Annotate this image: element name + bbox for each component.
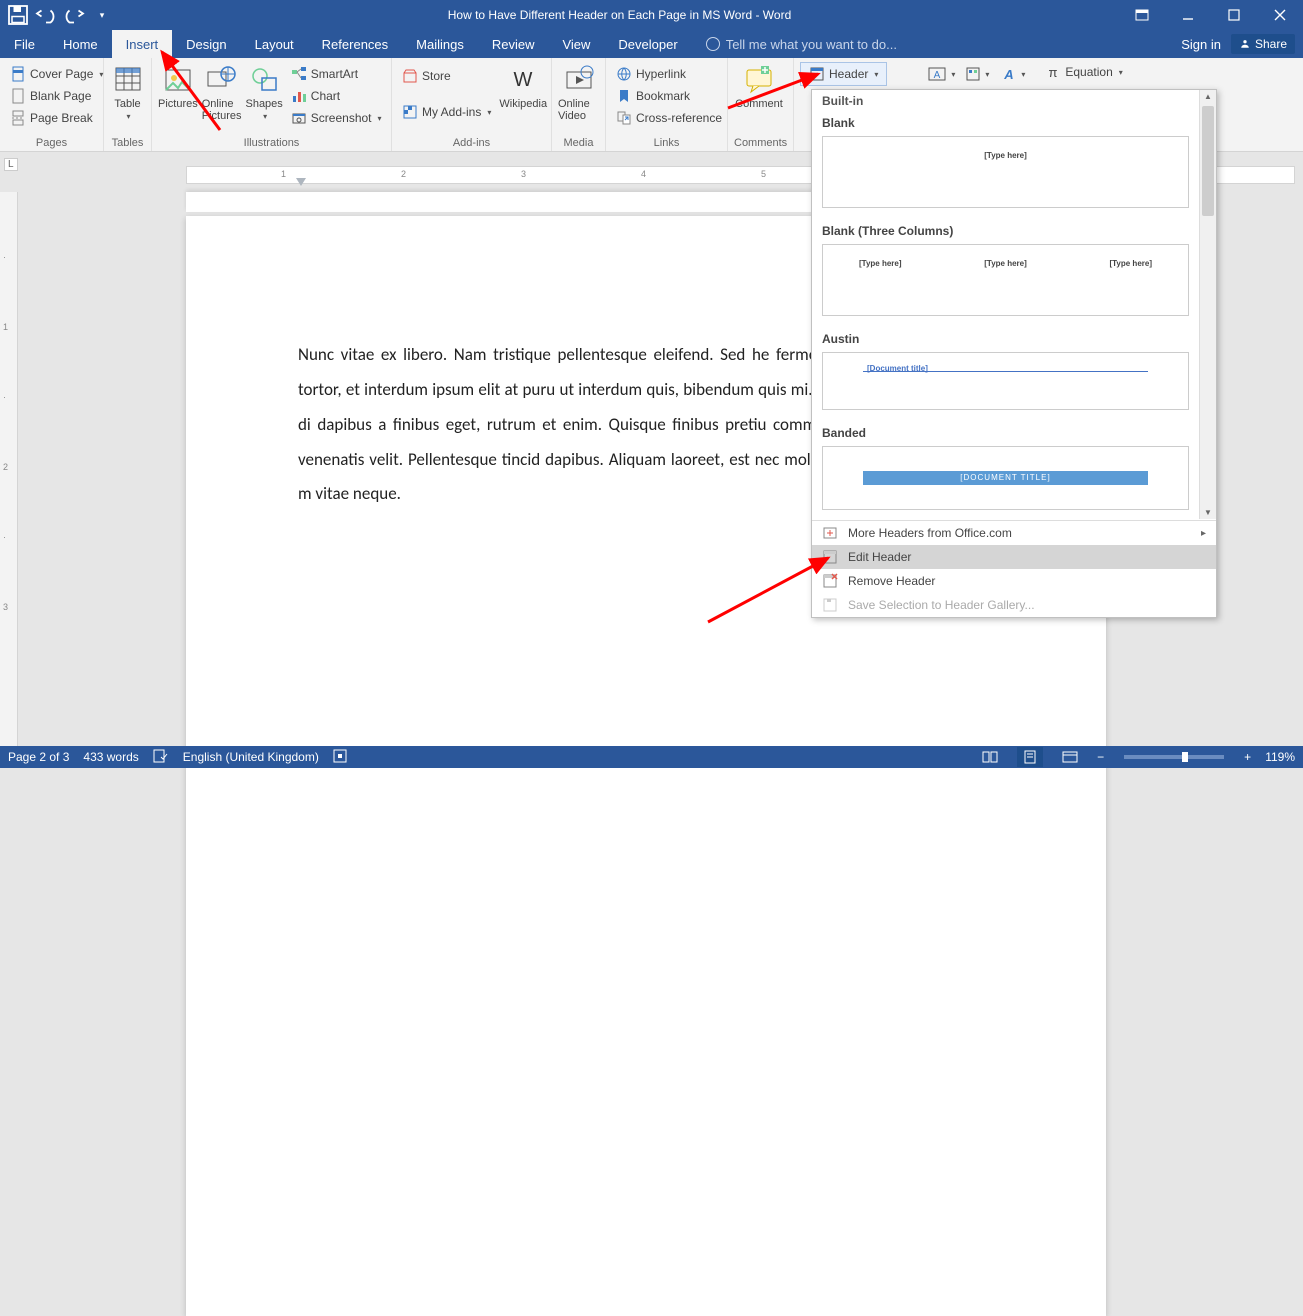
maximize-icon[interactable] (1211, 0, 1257, 30)
vertical-ruler[interactable]: ·1·2·3 (0, 192, 18, 746)
svg-text:W: W (514, 69, 533, 91)
table-button[interactable]: Table▾ (110, 62, 145, 121)
shapes-button[interactable]: Shapes▾ (245, 62, 282, 121)
titlebar: ▾ How to Have Different Header on Each P… (0, 0, 1303, 30)
smartart-button[interactable]: SmartArt (287, 64, 386, 84)
bookmark-button[interactable]: Bookmark (612, 86, 726, 106)
tab-review[interactable]: Review (478, 30, 549, 58)
status-bar: Page 2 of 3 433 words English (United Ki… (0, 746, 1303, 768)
ribbon-tabs: File Home Insert Design Layout Reference… (0, 30, 1303, 58)
tab-layout[interactable]: Layout (241, 30, 308, 58)
cross-reference-button[interactable]: Cross-reference (612, 108, 726, 128)
pictures-button[interactable]: Pictures (158, 62, 198, 110)
qat-dropdown-icon[interactable]: ▾ (90, 3, 114, 27)
chart-button[interactable]: Chart (287, 86, 386, 106)
group-tables-label: Tables (110, 135, 145, 149)
more-headers-item[interactable]: More Headers from Office.com▸ (812, 521, 1216, 545)
cover-page-button[interactable]: Cover Page▾ (6, 64, 107, 84)
group-comments-label: Comments (734, 135, 787, 149)
remove-header-item[interactable]: Remove Header (812, 569, 1216, 593)
save-to-gallery-item: Save Selection to Header Gallery... (812, 593, 1216, 617)
ribbon-display-icon[interactable] (1119, 0, 1165, 30)
web-layout-icon[interactable] (1057, 747, 1083, 767)
tab-references[interactable]: References (308, 30, 402, 58)
group-links-label: Links (612, 135, 721, 149)
wikipedia-button[interactable]: WWikipedia (499, 62, 547, 110)
online-video-button[interactable]: Online Video (558, 62, 599, 122)
tab-home[interactable]: Home (49, 30, 112, 58)
indent-marker-icon[interactable] (296, 178, 306, 188)
group-pages-label: Pages (6, 135, 97, 149)
tab-insert[interactable]: Insert (112, 30, 173, 58)
store-button[interactable]: Store (398, 66, 495, 86)
tell-me[interactable]: Tell me what you want to do... (692, 37, 897, 52)
tab-mailings[interactable]: Mailings (402, 30, 478, 58)
window-title: How to Have Different Header on Each Pag… (120, 8, 1119, 22)
group-addins-label: Add-ins (398, 135, 545, 149)
read-mode-icon[interactable] (977, 747, 1003, 767)
ruler-l-tag[interactable]: L (4, 158, 18, 171)
status-words[interactable]: 433 words (83, 750, 138, 764)
spellcheck-icon[interactable] (153, 749, 169, 766)
gallery-section-builtin: Built-in (812, 90, 1199, 110)
macro-icon[interactable] (333, 749, 347, 766)
save-icon[interactable] (6, 3, 30, 27)
tab-file[interactable]: File (0, 30, 49, 58)
quick-access-toolbar: ▾ (0, 3, 120, 27)
zoom-level[interactable]: 119% (1265, 750, 1295, 764)
bulb-icon (706, 37, 720, 51)
my-addins-button[interactable]: My Add-ins▾ (398, 102, 495, 122)
group-illustrations-label: Illustrations (158, 135, 385, 149)
header-button[interactable]: Header▾ (800, 62, 887, 86)
share-label: Share (1255, 37, 1287, 51)
status-language[interactable]: English (United Kingdom) (183, 750, 319, 764)
close-icon[interactable] (1257, 0, 1303, 30)
edit-header-item[interactable]: Edit Header (812, 545, 1216, 569)
zoom-slider[interactable] (1124, 755, 1224, 759)
gallery-item-austin-label: Austin (812, 326, 1199, 348)
tab-developer[interactable]: Developer (604, 30, 691, 58)
tell-me-text: Tell me what you want to do... (726, 37, 897, 52)
undo-icon[interactable] (34, 3, 58, 27)
page-break-button[interactable]: Page Break (6, 108, 107, 128)
hyperlink-button[interactable]: Hyperlink (612, 64, 726, 84)
tab-view[interactable]: View (548, 30, 604, 58)
gallery-item-blank-label: Blank (812, 110, 1199, 132)
share-button[interactable]: Share (1231, 34, 1295, 54)
gallery-item-blank3[interactable]: [Type here] [Type here] [Type here] (822, 244, 1189, 316)
svg-text:A: A (934, 70, 941, 81)
gallery-item-blank3-label: Blank (Three Columns) (812, 218, 1199, 240)
print-layout-icon[interactable] (1017, 747, 1043, 767)
tab-design[interactable]: Design (172, 30, 240, 58)
gallery-item-austin[interactable]: [Document title] (822, 352, 1189, 410)
window-controls (1119, 0, 1303, 30)
equation-button[interactable]: πEquation▾ (1041, 62, 1126, 82)
svg-text:π: π (1049, 65, 1058, 80)
header-gallery: ▲ ▼ Built-in Blank [Type here] Blank (Th… (811, 89, 1217, 618)
sign-in-link[interactable]: Sign in (1181, 37, 1221, 52)
quick-parts-button[interactable]: ▾ (961, 62, 993, 86)
submenu-arrow-icon: ▸ (1201, 528, 1206, 539)
online-pictures-button[interactable]: Online Pictures (202, 62, 242, 122)
gallery-item-banded-label: Banded (812, 420, 1199, 442)
group-media-label: Media (558, 135, 599, 149)
gallery-scrollbar[interactable]: ▲ ▼ (1199, 90, 1216, 519)
textbox-button[interactable]: A▾ (925, 62, 957, 86)
gallery-item-blank[interactable]: [Type here] (822, 136, 1189, 208)
blank-page-button[interactable]: Blank Page (6, 86, 107, 106)
svg-text:A: A (1004, 67, 1014, 82)
repeat-icon[interactable] (62, 3, 86, 27)
wordart-button[interactable]: A▾ (997, 62, 1029, 86)
comment-button[interactable]: Comment (734, 62, 784, 110)
minimize-icon[interactable] (1165, 0, 1211, 30)
zoom-in-button[interactable]: + (1244, 750, 1251, 764)
screenshot-button[interactable]: Screenshot▾ (287, 108, 386, 128)
gallery-item-banded[interactable]: [DOCUMENT TITLE] (822, 446, 1189, 510)
gallery-footer: More Headers from Office.com▸ Edit Heade… (812, 520, 1216, 617)
zoom-out-button[interactable]: − (1097, 750, 1104, 764)
status-page[interactable]: Page 2 of 3 (8, 750, 69, 764)
